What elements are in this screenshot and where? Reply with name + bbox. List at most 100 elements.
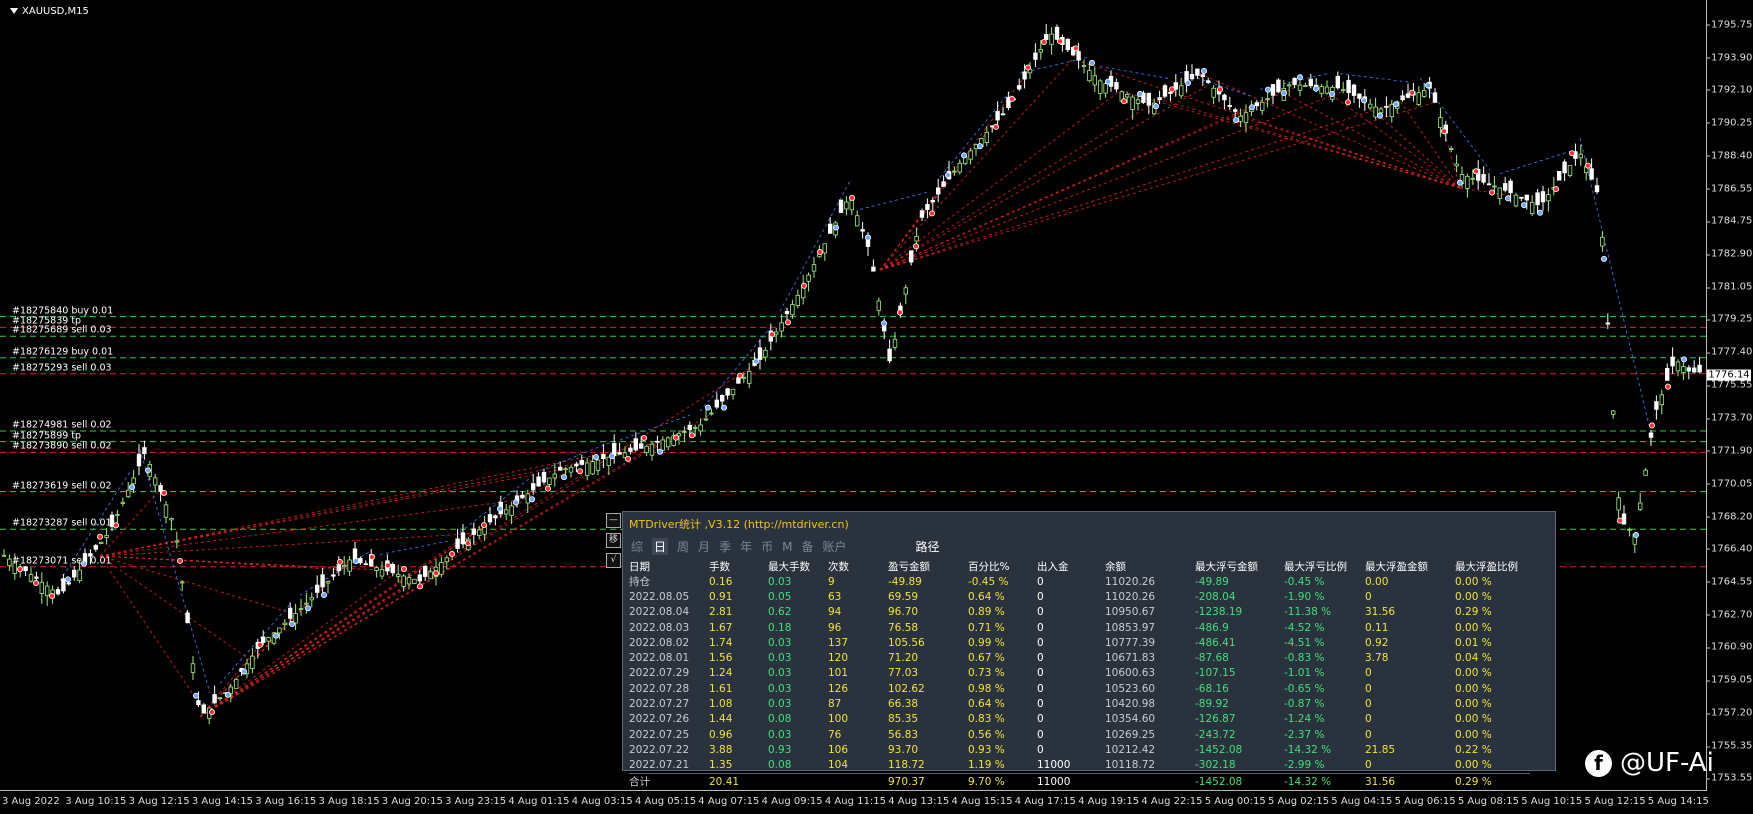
table-cell: 0.98 % xyxy=(968,682,1005,695)
table-cell: -0.45 % xyxy=(1284,575,1325,588)
move-button[interactable]: 移 xyxy=(606,533,621,548)
table-cell: -1.01 % xyxy=(1284,667,1325,680)
table-cell: 100 xyxy=(828,713,849,726)
symbol-text: XAUUSD,M15 xyxy=(22,6,89,17)
tab-path[interactable]: 路径 xyxy=(916,538,940,555)
table-row[interactable]: 2022.07.22 3.88 0.93 106 93.70 0.93 % 0 10212.4… xyxy=(629,742,1530,757)
confirm-button[interactable]: √ xyxy=(606,553,621,568)
table-cell: 106 xyxy=(828,743,849,756)
table-row[interactable]: 2022.08.01 1.56 0.03 120 71.20 0.67 % 0 10671.8… xyxy=(629,650,1530,665)
candle xyxy=(606,456,611,466)
time-axis[interactable]: 3 Aug 2022 3 Aug 10:15 3 Aug 12:15 3 Aug 14… xyxy=(0,790,1709,814)
table-row[interactable]: 2022.07.29 1.24 0.03 101 77.03 0.73 % 0 10600.6… xyxy=(629,666,1530,681)
candle xyxy=(1616,497,1621,511)
tab-7[interactable]: M xyxy=(782,540,792,554)
column-header: 最大浮盈比例 xyxy=(1455,560,1518,573)
tab-8[interactable]: 备 xyxy=(801,538,813,555)
table-cell: 0.00 % xyxy=(1455,575,1492,588)
table-row[interactable]: 2022.08.03 1.67 0.18 96 76.58 0.71 % 0 10853.97… xyxy=(629,620,1530,635)
total-row[interactable]: 合计 20.41 970.37 9.70 % 11000 -1452.08 -14.32 %… xyxy=(629,772,1530,790)
trade-marker xyxy=(609,452,616,459)
table-cell: 0 xyxy=(1037,743,1044,756)
table-row[interactable]: 2022.07.25 0.96 0.03 76 56.83 0.56 % 0 10269.25… xyxy=(629,727,1530,742)
candle xyxy=(871,266,876,272)
trade-marker xyxy=(977,143,984,150)
candle xyxy=(747,370,752,384)
tab-0[interactable]: 综 xyxy=(631,538,643,555)
table-row[interactable]: 2022.08.04 2.81 0.62 94 96.70 0.89 % 0 10950.67… xyxy=(629,605,1530,620)
time-tick: 5 Aug 00:15 xyxy=(1204,796,1266,807)
candle xyxy=(1243,112,1249,124)
candle xyxy=(1157,97,1162,101)
table-cell: 0.00 % xyxy=(1455,759,1492,772)
candle xyxy=(1303,85,1308,87)
table-cell: 76.58 xyxy=(888,621,919,634)
candle xyxy=(1146,93,1151,106)
column-header: 最大浮亏比例 xyxy=(1284,560,1347,573)
table-row[interactable]: 2022.07.28 1.61 0.03 126 102.62 0.98 % 0 10523.… xyxy=(629,681,1530,696)
table-cell: -208.04 xyxy=(1195,590,1236,603)
candle xyxy=(1481,174,1486,183)
tab-5[interactable]: 年 xyxy=(740,538,752,555)
candle xyxy=(682,431,687,434)
tab-3[interactable]: 月 xyxy=(698,538,710,555)
tab-6[interactable]: 币 xyxy=(761,538,773,555)
tab-4[interactable]: 季 xyxy=(719,538,731,555)
table-cell: 0.00 % xyxy=(1455,590,1492,603)
candle xyxy=(936,187,941,195)
table-row[interactable]: 持仓 0.16 0.03 9 -49.89 -0.45 % 0 11020.26 -49.89 -… xyxy=(629,574,1530,589)
table-cell: 0.00 % xyxy=(1455,728,1492,741)
candle xyxy=(460,532,466,545)
candle xyxy=(1162,85,1168,97)
tab-9[interactable]: 账户 xyxy=(822,538,846,555)
trade-marker xyxy=(1265,86,1272,93)
order-label: #18275293 sell 0.03 xyxy=(12,362,112,374)
minimize-button[interactable]: — xyxy=(606,513,621,528)
tab-1[interactable]: 日 xyxy=(652,538,669,555)
candle xyxy=(1530,201,1535,215)
trade-path-line xyxy=(859,191,931,210)
tab-2[interactable]: 周 xyxy=(677,538,689,555)
table-cell: 31.56 xyxy=(1365,772,1455,790)
table-row[interactable]: 2022.08.05 0.91 0.05 63 69.59 0.64 % 0 11020.26… xyxy=(629,589,1530,604)
candle xyxy=(563,468,568,471)
candle xyxy=(525,493,530,504)
time-tick: 3 Aug 20:15 xyxy=(381,796,443,807)
table-cell: 0.03 xyxy=(768,636,792,649)
table-cell: 11000 xyxy=(1037,759,1071,772)
trade-marker xyxy=(1681,356,1688,363)
table-row[interactable]: 2022.08.02 1.74 0.03 137 105.56 0.99 % 0 10777.… xyxy=(629,635,1530,650)
candle xyxy=(115,513,120,516)
candle xyxy=(617,452,622,455)
price-axis[interactable]: 1795.75 1793.90 1792.10 1790.25 1788.40 1786.… xyxy=(1705,0,1753,790)
trade-marker xyxy=(160,489,167,496)
table-row[interactable]: 2022.07.21 1.35 0.08 104 118.72 1.19 % 11000 10… xyxy=(629,758,1530,774)
table-row[interactable]: 2022.07.26 1.44 0.08 100 85.35 0.83 % 0 10354.6… xyxy=(629,712,1530,727)
candle xyxy=(1308,78,1313,87)
candle xyxy=(293,613,298,624)
candle xyxy=(1578,153,1583,159)
candle xyxy=(1659,394,1664,406)
candle xyxy=(757,347,763,360)
candle xyxy=(1605,322,1610,325)
table-cell: -107.15 xyxy=(1195,667,1236,680)
candle xyxy=(1611,410,1616,415)
table-row[interactable]: 2022.07.27 1.08 0.03 87 66.38 0.64 % 0 10420.98… xyxy=(629,696,1530,711)
candle xyxy=(314,584,320,593)
table-cell: 10269.25 xyxy=(1105,728,1156,741)
candle xyxy=(1621,513,1627,525)
table-cell: 10671.83 xyxy=(1105,652,1156,665)
trade-path-line xyxy=(1079,61,1461,189)
candle xyxy=(439,562,444,575)
trade-marker xyxy=(416,583,423,590)
table-cell: 10212.42 xyxy=(1105,743,1156,756)
candle xyxy=(1135,99,1141,104)
trade-path-line xyxy=(879,95,1166,271)
trade-marker xyxy=(224,691,231,698)
candle xyxy=(277,627,282,634)
candle xyxy=(1546,194,1551,202)
trade-marker xyxy=(1473,168,1480,175)
candle xyxy=(547,477,552,485)
table-cell: 69.59 xyxy=(888,590,919,603)
table-cell: 10950.67 xyxy=(1105,606,1156,619)
